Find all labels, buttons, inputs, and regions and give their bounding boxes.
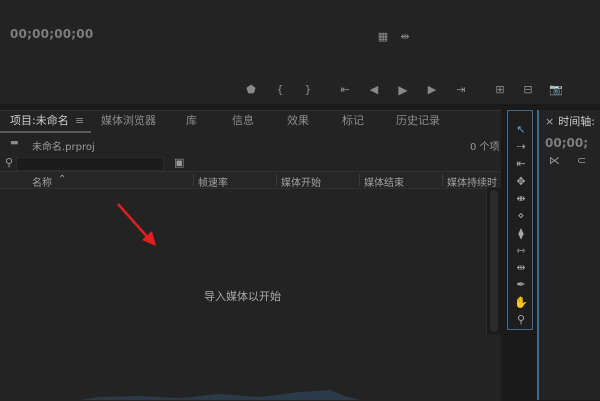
- zoom-tool-icon[interactable]: ✋: [513, 296, 529, 310]
- scrollbar-thumb[interactable]: [490, 190, 498, 332]
- mark-out-icon[interactable]: }: [300, 84, 316, 96]
- extract-icon[interactable]: ⊟: [520, 84, 536, 96]
- column-divider[interactable]: [359, 174, 360, 186]
- tab-effects[interactable]: 效果: [287, 111, 309, 131]
- settings-icon[interactable]: ⇹: [397, 31, 413, 43]
- project-path-row: ▬ 未命名.prproj 0 个项: [0, 135, 501, 155]
- magnify-tool-icon[interactable]: ⚲: [513, 313, 529, 327]
- timeline-timecode[interactable]: 00;00;: [545, 136, 588, 150]
- tab-markers[interactable]: 标记: [342, 111, 364, 131]
- program-monitor: 00;00;00;00 ▦ ⇹ ⬟ { } ⇤ ◀ ▶ ▶ ⇥ ⊞ ⊟ 📷: [0, 0, 600, 104]
- tab-libraries[interactable]: 库: [186, 111, 197, 131]
- razor-tool-icon[interactable]: ⋄: [513, 209, 529, 223]
- link-icon[interactable]: ⊂: [577, 154, 586, 167]
- column-media-start[interactable]: 媒体开始: [281, 174, 321, 189]
- column-media-end[interactable]: 媒体结束: [364, 174, 404, 189]
- close-icon[interactable]: ×: [545, 115, 554, 128]
- tab-media-browser[interactable]: 媒体浏览器: [101, 111, 156, 131]
- timeline-tab-label[interactable]: 时间轴:: [558, 115, 595, 128]
- mark-in-icon[interactable]: {: [272, 84, 288, 96]
- timeline-tab[interactable]: × 时间轴:: [545, 113, 595, 129]
- column-divider[interactable]: [442, 174, 443, 186]
- snap-icon[interactable]: ⋉: [549, 154, 560, 167]
- track-select-tool-icon[interactable]: ⇢: [513, 140, 529, 154]
- annotation-arrow-shaft: [117, 203, 151, 241]
- slip-tool-icon[interactable]: ⧫: [513, 227, 529, 241]
- item-count: 0 个项: [470, 142, 500, 153]
- background-shape: [80, 390, 360, 400]
- step-back-icon[interactable]: ◀: [366, 84, 382, 96]
- search-input[interactable]: [16, 157, 164, 171]
- camera-icon[interactable]: 📷: [548, 84, 564, 96]
- tab-menu-icon[interactable]: ≡: [75, 111, 84, 131]
- column-name[interactable]: 名称: [32, 174, 52, 189]
- vertical-scrollbar[interactable]: [486, 188, 501, 334]
- film-icon[interactable]: ▦: [375, 31, 391, 43]
- rolling-edit-tool-icon[interactable]: ✥: [513, 175, 529, 189]
- slide-tool-icon[interactable]: ⇿: [513, 244, 529, 258]
- timeline-panel: × 时间轴: 00;00; ⋉ ⊂: [537, 110, 600, 400]
- annotation-arrow: [117, 203, 156, 246]
- ripple-edit-tool-icon[interactable]: ⇤: [513, 157, 529, 171]
- go-to-out-icon[interactable]: ⇥: [453, 84, 469, 96]
- background-hill: [80, 390, 360, 400]
- playhead-timecode[interactable]: 00;00;00;00: [10, 27, 93, 41]
- folder-icon: ▬: [10, 138, 19, 148]
- project-panel: 项目:未命名 ≡ 媒体浏览器 库 信息 效果 标记 历史记录 ▬ 未命名.prp…: [0, 110, 501, 401]
- active-tab-indicator: [0, 131, 91, 133]
- pen-tool-icon[interactable]: ⇹: [513, 261, 529, 275]
- new-bin-icon[interactable]: ▣: [174, 156, 184, 169]
- go-to-in-icon[interactable]: ⇤: [337, 84, 353, 96]
- play-icon[interactable]: ▶: [395, 84, 411, 96]
- search-row: ⚲ ▣: [0, 155, 501, 171]
- hand-tool-icon[interactable]: ✒: [513, 278, 529, 292]
- search-icon[interactable]: ⚲: [5, 156, 13, 169]
- rate-stretch-tool-icon[interactable]: ⇼: [513, 192, 529, 206]
- column-header-row: 名称 ⌃ 帧速率 媒体开始 媒体结束 媒体持续时: [0, 171, 501, 189]
- lift-icon[interactable]: ⊞: [492, 84, 508, 96]
- selection-tool-icon[interactable]: ↖: [513, 123, 529, 137]
- column-divider[interactable]: [193, 174, 194, 186]
- tools-panel: ↖ ⇢ ⇤ ✥ ⇼ ⋄ ⧫ ⇿ ⇹ ✒ ✋ ⚲: [507, 110, 533, 330]
- column-media-duration[interactable]: 媒体持续时: [447, 174, 501, 189]
- tab-info[interactable]: 信息: [232, 111, 254, 131]
- tab-project[interactable]: 项目:未命名: [10, 111, 69, 131]
- step-forward-icon[interactable]: ▶: [424, 84, 440, 96]
- marker-icon[interactable]: ⬟: [243, 84, 259, 96]
- sort-ascending-icon[interactable]: ⌃: [58, 174, 66, 185]
- column-divider[interactable]: [276, 174, 277, 186]
- empty-project-message: 导入媒体以开始: [204, 290, 281, 303]
- tab-history[interactable]: 历史记录: [396, 111, 440, 131]
- column-frame-rate[interactable]: 帧速率: [198, 174, 228, 189]
- project-file-name: 未命名.prproj: [32, 142, 95, 153]
